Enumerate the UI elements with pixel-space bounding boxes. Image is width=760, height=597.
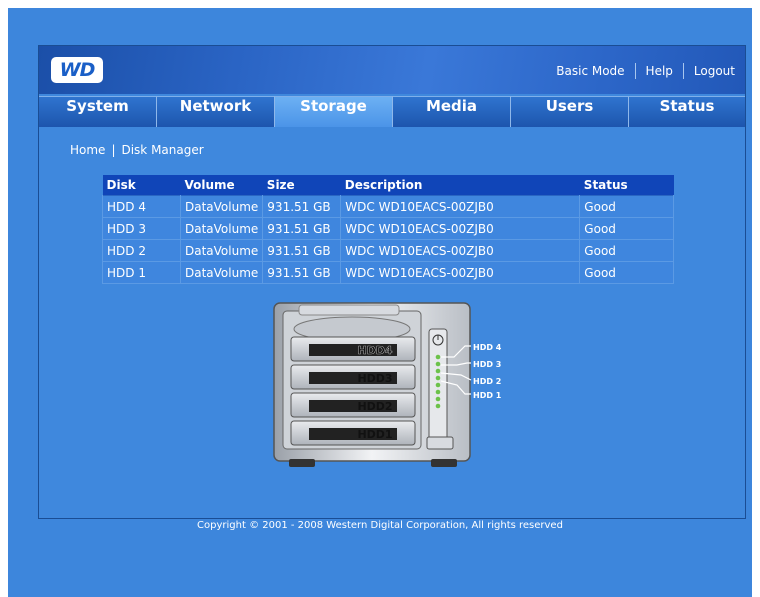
basic-mode-link[interactable]: Basic Mode (556, 64, 624, 78)
status-cell: Good (579, 261, 674, 284)
help-link[interactable]: Help (646, 64, 673, 78)
main-tabs: System Network Storage Media Users Statu… (39, 96, 745, 128)
breadcrumb-current: Disk Manager (121, 143, 204, 157)
column-header-description: Description (340, 175, 580, 196)
size-cell: 931.51 GB (262, 239, 342, 262)
table-row[interactable]: HDD 3 DataVolume 931.51 GB WDC WD10EACS-… (102, 217, 674, 240)
tab-media[interactable]: Media (393, 96, 511, 127)
logout-link[interactable]: Logout (694, 64, 735, 78)
link-divider (682, 63, 684, 79)
bay-label: HDD4 (357, 344, 392, 357)
tab-storage[interactable]: Storage (275, 96, 393, 127)
tab-network[interactable]: Network (157, 96, 275, 127)
size-cell: 931.51 GB (262, 195, 342, 218)
status-cell: Good (579, 239, 674, 262)
disk-cell: HDD 3 (102, 217, 181, 240)
disk-cell: HDD 4 (102, 195, 181, 218)
description-cell: WDC WD10EACS-00ZJB0 (340, 195, 581, 218)
link-divider (634, 63, 636, 79)
callout-label: HDD 3 (473, 360, 501, 369)
disk-cell: HDD 2 (102, 239, 181, 262)
volume-cell: DataVolume (179, 217, 264, 240)
status-cell: Good (579, 217, 674, 240)
volume-cell: DataVolume (179, 261, 264, 284)
tab-system[interactable]: System (39, 96, 157, 127)
breadcrumb: Home | Disk Manager (70, 143, 204, 157)
disk-table: Disk Volume Size Description Status HDD … (102, 175, 674, 284)
callout-label: HDD 4 (473, 343, 502, 352)
table-row[interactable]: HDD 4 DataVolume 931.51 GB WDC WD10EACS-… (102, 195, 674, 218)
size-cell: 931.51 GB (262, 261, 342, 284)
header-bar: WD Basic Mode Help Logout (39, 46, 745, 94)
table-row[interactable]: HDD 1 DataVolume 931.51 GB WDC WD10EACS-… (102, 261, 674, 284)
table-row[interactable]: HDD 2 DataVolume 931.51 GB WDC WD10EACS-… (102, 239, 674, 262)
volume-cell: DataVolume (179, 195, 264, 218)
description-cell: WDC WD10EACS-00ZJB0 (340, 217, 581, 240)
callout-label: HDD 1 (473, 391, 502, 400)
column-header-size: Size (262, 175, 341, 196)
status-cell: Good (579, 195, 674, 218)
main-panel: WD Basic Mode Help Logout System Network… (38, 45, 746, 519)
page-background: WD Basic Mode Help Logout System Network… (8, 8, 752, 597)
table-header-row: Disk Volume Size Description Status (102, 175, 674, 196)
header-links: Basic Mode Help Logout (556, 63, 735, 79)
footer-copyright: Copyright © 2001 - 2008 Western Digital … (197, 520, 563, 531)
breadcrumb-separator: | (111, 143, 116, 157)
tab-users[interactable]: Users (511, 96, 629, 127)
disk-cell: HDD 1 (102, 261, 181, 284)
bay-label: HDD1 (357, 428, 392, 441)
description-cell: WDC WD10EACS-00ZJB0 (340, 239, 581, 262)
column-header-status: Status (579, 175, 674, 196)
bay-label: HDD2 (357, 400, 392, 413)
column-header-volume: Volume (180, 175, 263, 196)
wd-logo: WD (51, 57, 103, 83)
volume-cell: DataVolume (179, 239, 264, 262)
bay-label: HDD3 (357, 372, 392, 385)
callout-label: HDD 2 (473, 377, 501, 386)
breadcrumb-home[interactable]: Home (70, 143, 105, 157)
description-cell: WDC WD10EACS-00ZJB0 (340, 261, 581, 284)
size-cell: 931.51 GB (262, 217, 342, 240)
nas-enclosure-diagram: HDD4 HDD3 HDD2 HDD1 HDD 4 HDD 3 HDD 2 HD… (273, 302, 502, 467)
column-header-disk: Disk (102, 175, 181, 196)
tab-status[interactable]: Status (629, 96, 745, 127)
